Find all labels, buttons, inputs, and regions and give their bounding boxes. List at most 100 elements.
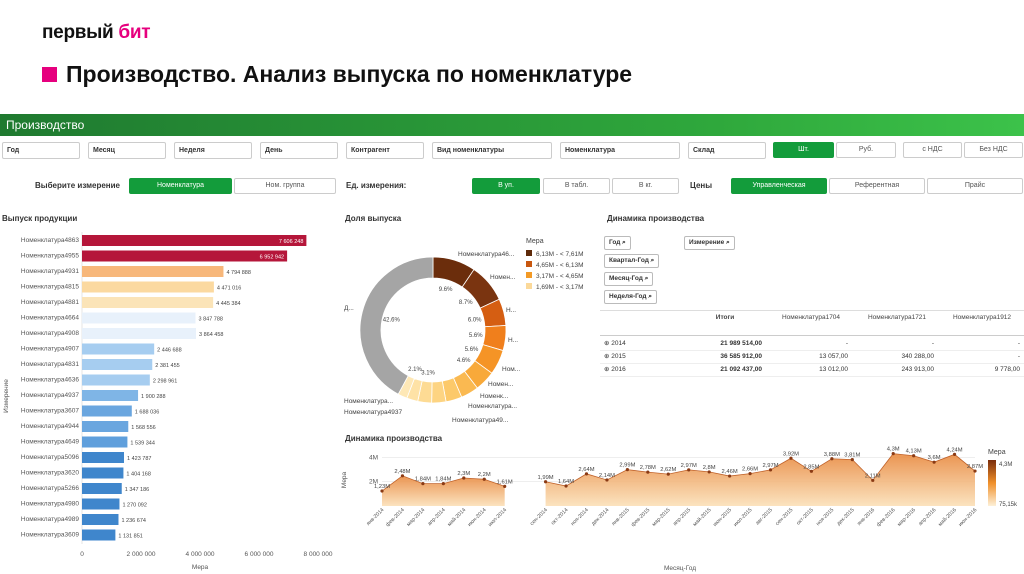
bar-mark[interactable] [82,297,214,308]
bar-mark[interactable] [82,452,125,463]
area-x-tick: мар-2014 [406,507,427,528]
pivot-cell: - [1017,340,1020,347]
donut-legend-swatch [526,261,532,267]
bar-mark[interactable] [82,235,307,246]
pivot-row-header[interactable]: ⊕ 2016 [604,364,680,376]
bar-category-label: Номенклатура4908 [21,330,79,337]
price-reference-button[interactable]: Референтная [829,178,925,194]
vat-without-button[interactable]: Без НДС [964,142,1023,158]
area-value-label: 2,14M [599,473,615,479]
filter-day[interactable]: День [260,142,338,159]
donut-slice-label: Номенклатура... [344,398,393,405]
bar-chart-title: Выпуск продукции [2,214,78,223]
filter-counterparty[interactable]: Контрагент [346,142,424,159]
area-x-tick: фев-2014 [385,507,406,528]
bar-mark[interactable] [82,514,119,525]
pivot-row: ⊕ 2014 21 989 514,00 - - - [600,338,1024,351]
bar-value-label: 1 539 344 [130,441,154,447]
unit-pcs-button[interactable]: Шт. [773,142,834,158]
filter-week[interactable]: Неделя [174,142,252,159]
area-x-tick: апр-2014 [427,507,447,527]
row-dimension-chip[interactable]: Месяц-Год ⌕ [604,272,654,286]
output-bar-chart: Номенклатура4863 7 606 248 Номенклатура495… [3,232,333,571]
pivot-cell: 21 092 437,00 [720,366,762,373]
bar-category-label: Номенклатура3620 [21,470,79,477]
price-list-button[interactable]: Прайс [927,178,1023,194]
units-table-button[interactable]: В табл. [543,178,610,194]
bar-category-label: Номенклатура4881 [21,299,79,306]
area-value-label: 3,6M [928,455,941,461]
area-value-label: 4,24M [946,447,962,453]
logo-tail: бит [118,22,151,43]
app-window: Производство Год Месяц Неделя День Контр… [0,114,1024,574]
bar-mark[interactable] [82,312,196,324]
area-value-label: 2,3M [457,471,470,477]
donut-slice-label: Н... [508,337,518,344]
area-x-tick: апр-2015 [672,507,692,527]
bar-x-axis-label: Мера [192,564,209,571]
price-managerial-button[interactable]: Управленческая [731,178,827,194]
donut-legend-label: 6,13M - < 7,61M [536,251,584,258]
bar-mark[interactable] [82,498,120,510]
bar-value-label: 1 270 092 [122,503,146,509]
column-dimension-chip[interactable]: Измерение ⌕ [684,236,735,250]
area-value-label: 2,78M [640,465,656,471]
filter-month[interactable]: Месяц [88,142,166,159]
bar-mark[interactable] [82,359,153,370]
bar-mark[interactable] [82,390,139,401]
bar-value-label: 2 446 688 [157,348,181,354]
area-x-tick: янв-2014 [366,507,386,527]
bar-y-axis-label: Измерение [3,379,10,413]
pivot-cell: 21 989 514,00 [720,340,762,347]
donut-legend-label: 1,69M - < 3,17M [536,284,584,291]
bar-mark[interactable] [82,281,214,293]
bar-mark[interactable] [82,266,224,277]
pivot-cell: - [1017,353,1020,360]
area-value-label: 2,46M [722,469,738,475]
area-value-label: 2,48M [394,469,410,475]
units-label: Ед. измерения: [346,181,407,190]
pivot-column-header[interactable]: Номенклатура1721 [854,314,940,321]
row-dimension-chip[interactable]: Квартал-Год ⌕ [604,254,660,268]
dimension-group-button[interactable]: Ном. группа [234,178,336,194]
filter-nomenclature-kind[interactable]: Вид номенклатуры [432,142,552,159]
pivot-column-header[interactable]: Номенклатура1912 [940,314,1024,321]
pivot-column-header[interactable]: Итоги [682,314,768,321]
bar-category-label: Номенклатура3607 [21,408,79,415]
bar-mark[interactable] [82,529,116,541]
bar-category-label: Номенклатура4815 [21,284,79,291]
bar-mark[interactable] [82,421,129,432]
filter-year[interactable]: Год [2,142,80,159]
donut-pct-label: 2.1% [408,367,422,373]
unit-rub-button[interactable]: Руб. [836,142,896,158]
bar-mark[interactable] [82,343,155,355]
bar-mark[interactable] [82,436,128,448]
bar-mark[interactable] [82,467,124,479]
area-x-tick: июл-2015 [733,507,754,528]
bar-category-label: Номенклатура4649 [21,439,79,446]
pivot-column-header[interactable]: Номенклатура1704 [768,314,854,321]
pivot-row-header[interactable]: ⊕ 2015 [604,351,680,363]
area-value-label: 1,23M [374,484,390,490]
bar-value-label: 1 131 851 [118,534,142,540]
row-dimension-chip[interactable]: Неделя-Год ⌕ [604,290,657,304]
row-dimension-chip[interactable]: Год ⌕ [604,236,631,250]
pivot-row: ⊕ 2016 21 092 437,00 13 012,00 243 913,00 9 … [600,364,1024,377]
vat-with-button[interactable]: с НДС [903,142,962,158]
dynamics-area-chart: 2M4M1,23Mянв-20142,48Mфев-20141,84Mмар-2… [341,447,1018,572]
units-pack-button[interactable]: В уп. [472,178,540,194]
area-value-label: 1,61M [497,479,513,485]
bar-value-label: 6 952 942 [260,255,284,261]
donut-slice-label: Н... [506,307,516,314]
bar-mark[interactable] [82,328,197,339]
donut-pct-label: 5.6% [465,347,479,353]
bar-mark[interactable] [82,483,122,494]
dimension-nomenclature-button[interactable]: Номенклатура [129,178,232,194]
bar-mark[interactable] [82,250,288,262]
pivot-row-header[interactable]: ⊕ 2014 [604,338,680,350]
bar-mark[interactable] [82,374,150,386]
filter-nomenclature[interactable]: Номенклатура [560,142,680,159]
units-kg-button[interactable]: В кг. [612,178,679,194]
bar-mark[interactable] [82,405,132,417]
filter-warehouse[interactable]: Склад [688,142,766,159]
